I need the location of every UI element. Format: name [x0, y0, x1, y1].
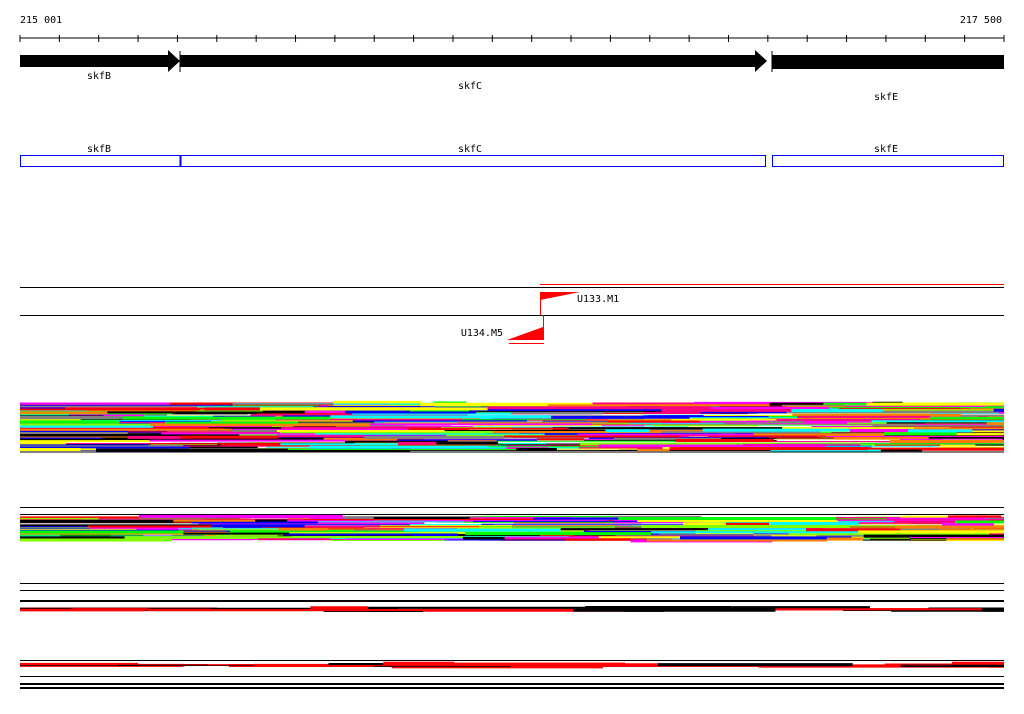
gene-skfC[interactable]: skfC [180, 50, 767, 92]
genome-browser-canvas[interactable]: 215 001 217 500 skfB skfC skfE skfB skfC [0, 0, 1024, 714]
cds-track: skfB skfC skfE [20, 144, 1004, 167]
gene-skfB[interactable]: skfB [20, 50, 180, 82]
cds-skfE[interactable]: skfE [772, 144, 1004, 167]
feature-U133-M1[interactable]: U133.M1 [540, 292, 619, 315]
cds-label: skfE [874, 144, 898, 155]
gene-label: skfB [87, 71, 111, 82]
cds-label: skfB [87, 144, 111, 155]
ruler [19, 35, 1005, 42]
gene-skfE[interactable]: skfE [772, 55, 1004, 103]
cds-skfB[interactable]: skfB [20, 144, 181, 167]
feature-label: U134.M5 [461, 328, 503, 339]
cds-label: skfC [458, 144, 482, 155]
gene-label: skfC [458, 81, 482, 92]
feature-track: U133.M1 U134.M5 [20, 284, 1004, 344]
ruler-start-label: 215 001 [20, 15, 62, 26]
feature-label: U133.M1 [577, 294, 619, 305]
alignment-tracks [20, 400, 1004, 689]
feature-U134-M5[interactable]: U134.M5 [461, 315, 544, 344]
gene-track: skfB skfC skfE [20, 50, 1004, 103]
gene-label: skfE [874, 92, 898, 103]
ruler-end-label: 217 500 [960, 15, 1002, 26]
cds-skfC[interactable]: skfC [180, 144, 766, 167]
